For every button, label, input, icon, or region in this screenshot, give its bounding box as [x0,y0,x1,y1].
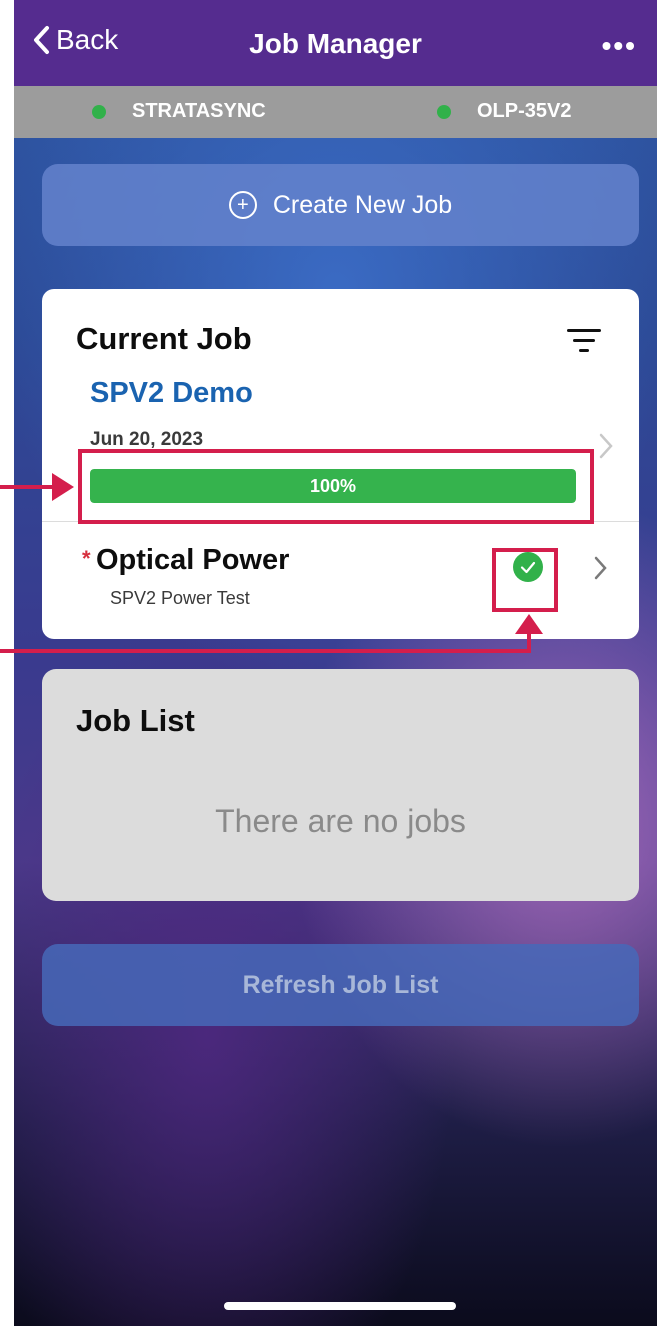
arrow-right-icon [52,473,74,501]
arrow-up-icon [515,614,543,634]
status-label: STRATASYNC [132,100,266,122]
create-job-label: Create New Job [272,190,453,219]
chevron-right-icon [594,556,607,580]
page-title: Job Manager [249,28,422,59]
status-item-stratasync: STRATASYNC [92,100,266,123]
status-item-olp: OLP-35V2 [437,100,571,123]
chevron-right-icon[interactable] [599,433,613,459]
annotation-arrow-line [0,649,531,653]
job-date: Jun 20, 2023 [90,429,204,450]
create-new-job-button[interactable]: + Create New Job [42,164,639,246]
test-subtitle: SPV2 Power Test [110,588,250,608]
job-name-link[interactable]: SPV2 Demo [90,377,253,410]
current-job-heading: Current Job [76,321,252,356]
required-marker: * [82,546,91,571]
empty-state-message: There are no jobs [215,803,466,839]
job-list-heading: Job List [76,703,195,738]
job-list-panel: Job List There are no jobs [42,669,639,901]
annotation-box-progress [78,449,594,524]
test-name: Optical Power [96,544,290,576]
app-screen: Back Job Manager ••• STRATASYNC OLP-35V2… [14,0,657,1326]
more-options-icon[interactable]: ••• [602,30,637,62]
annotation-arrow-line [0,485,56,489]
annotation-box-check [492,548,558,612]
plus-circle-icon: + [228,191,257,219]
refresh-job-list-button[interactable]: Refresh Job List [42,944,639,1026]
status-dot-icon [92,104,106,119]
status-label: OLP-35V2 [477,100,572,122]
nav-bar: Back Job Manager ••• [14,0,657,86]
filter-icon[interactable] [567,329,601,355]
status-dot-icon [437,104,451,119]
connection-status-bar: STRATASYNC OLP-35V2 [14,86,657,138]
home-indicator [224,1302,456,1310]
